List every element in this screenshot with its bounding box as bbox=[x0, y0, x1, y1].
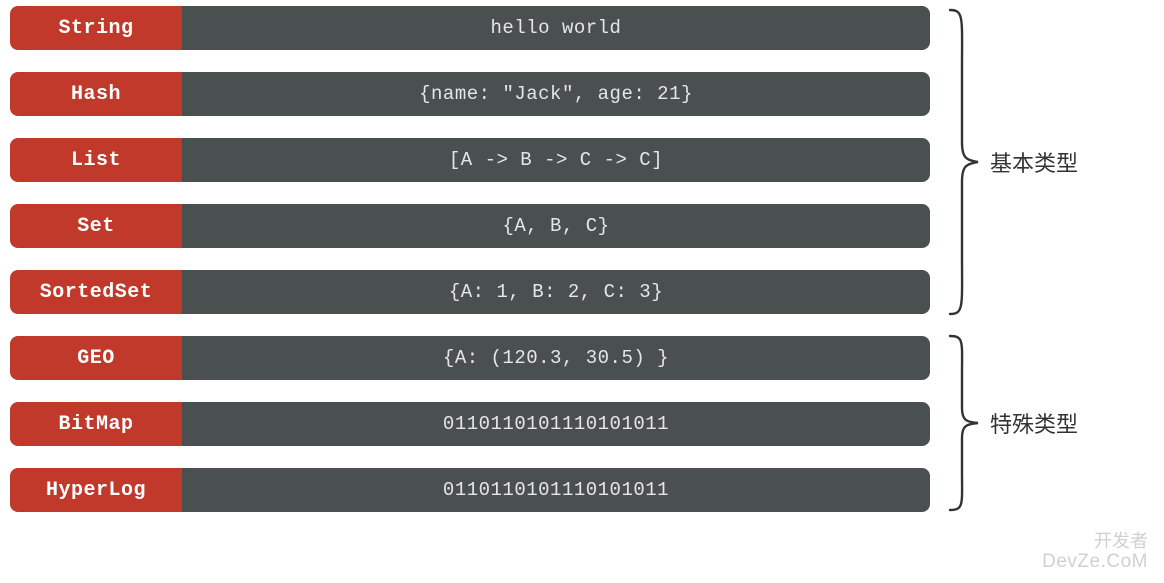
watermark-line1: 开发者 bbox=[1042, 532, 1148, 552]
type-row-set: Set {A, B, C} bbox=[10, 204, 930, 248]
type-value: 0110110101110101011 bbox=[182, 468, 930, 512]
type-label: List bbox=[10, 138, 182, 182]
category-basic: 基本类型 bbox=[948, 8, 1078, 316]
type-value: [A -> B -> C -> C] bbox=[182, 138, 930, 182]
category-braces: 基本类型 特殊类型 bbox=[948, 6, 1078, 512]
type-label: Hash bbox=[10, 72, 182, 116]
type-value: {name: "Jack", age: 21} bbox=[182, 72, 930, 116]
type-label: SortedSet bbox=[10, 270, 182, 314]
type-label: BitMap bbox=[10, 402, 182, 446]
type-row-geo: GEO {A: (120.3, 30.5) } bbox=[10, 336, 930, 380]
type-row-string: String hello world bbox=[10, 6, 930, 50]
category-label-special: 特殊类型 bbox=[990, 407, 1078, 439]
type-value: {A: 1, B: 2, C: 3} bbox=[182, 270, 930, 314]
type-rows: String hello world Hash {name: "Jack", a… bbox=[10, 6, 930, 512]
type-label: Set bbox=[10, 204, 182, 248]
type-value: 0110110101110101011 bbox=[182, 402, 930, 446]
type-value: {A: (120.3, 30.5) } bbox=[182, 336, 930, 380]
type-label: GEO bbox=[10, 336, 182, 380]
category-special: 特殊类型 bbox=[948, 334, 1078, 512]
watermark: 开发者 DevZe.CoM bbox=[1042, 532, 1148, 573]
type-row-list: List [A -> B -> C -> C] bbox=[10, 138, 930, 182]
type-label: HyperLog bbox=[10, 468, 182, 512]
curly-brace-icon bbox=[948, 8, 982, 316]
type-row-sortedset: SortedSet {A: 1, B: 2, C: 3} bbox=[10, 270, 930, 314]
type-row-hyperlog: HyperLog 0110110101110101011 bbox=[10, 468, 930, 512]
category-label-basic: 基本类型 bbox=[990, 146, 1078, 178]
type-label: String bbox=[10, 6, 182, 50]
curly-brace-icon bbox=[948, 334, 982, 512]
watermark-line2: DevZe.CoM bbox=[1042, 552, 1148, 573]
type-value: hello world bbox=[182, 6, 930, 50]
type-value: {A, B, C} bbox=[182, 204, 930, 248]
type-row-hash: Hash {name: "Jack", age: 21} bbox=[10, 72, 930, 116]
type-row-bitmap: BitMap 0110110101110101011 bbox=[10, 402, 930, 446]
